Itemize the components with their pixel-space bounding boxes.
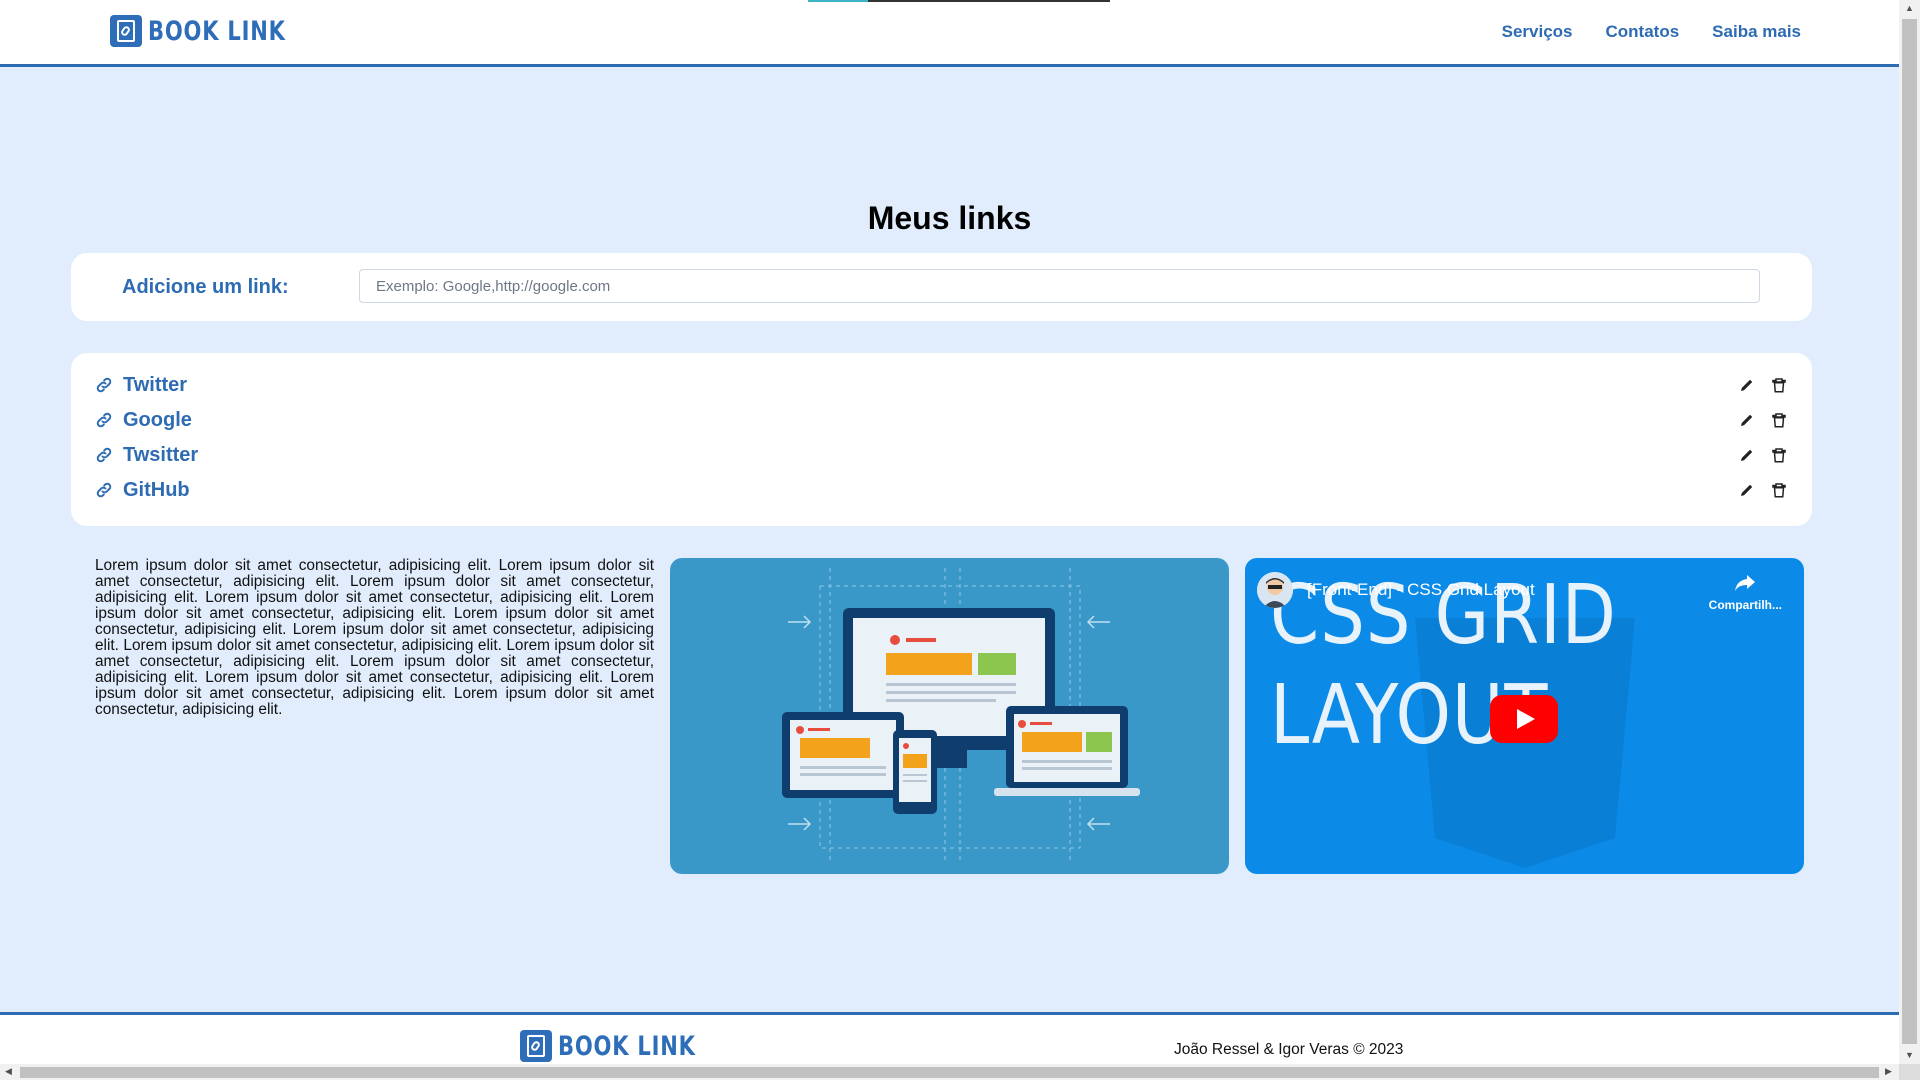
link-github[interactable]: GitHub [123,479,1738,502]
site-header: BOOK LINK Serviços Contatos Saiba mais [0,0,1899,67]
book-logo-icon [520,1030,552,1062]
nav-saiba-mais[interactable]: Saiba mais [1712,22,1801,42]
vertical-scrollbar[interactable]: ▲ ▼ [1899,0,1920,1064]
nav-contatos[interactable]: Contatos [1606,22,1680,42]
scroll-left-icon[interactable]: ◀ [5,1066,12,1077]
trash-icon[interactable] [1770,411,1788,429]
add-link-label: Adicione um link: [122,276,289,298]
video-share-button[interactable]: Compartilh... [1708,575,1782,612]
video-title[interactable]: [Front-End] - CSS Grid Layout [1307,580,1535,600]
scroll-up-icon[interactable]: ▲ [1905,3,1914,13]
page-load-progress [808,0,1110,2]
link-chain-icon [96,447,112,463]
link-twitter[interactable]: Twitter [123,374,1738,397]
trash-icon[interactable] [1770,376,1788,394]
logo-text: BOOK LINK [148,15,286,47]
channel-avatar[interactable] [1257,572,1293,608]
scroll-down-icon[interactable]: ▼ [1905,1050,1914,1060]
list-item: Google [95,405,1788,435]
header-logo[interactable]: BOOK LINK [110,15,325,47]
link-chain-icon [96,482,112,498]
trash-icon[interactable] [1770,446,1788,464]
footer-credit: João Ressel & Igor Veras © 2023 [1174,1041,1404,1058]
link-twsitter[interactable]: Twsitter [123,444,1738,467]
list-item: Twsitter [95,440,1788,470]
footer-logo[interactable]: BOOK LINK [520,1030,735,1062]
link-chain-icon [96,412,112,428]
link-google[interactable]: Google [123,409,1738,432]
list-item: GitHub [95,475,1788,505]
book-logo-icon [110,15,142,47]
nav-servicos[interactable]: Serviços [1502,22,1573,42]
add-link-card: Adicione um link: [71,253,1812,321]
share-arrow-icon [1735,575,1756,591]
responsive-devices-illustration [670,558,1229,874]
play-button[interactable] [1490,695,1558,743]
links-list: Twitter Google Twsitter GitHub [71,353,1812,526]
link-chain-icon [96,377,112,393]
pencil-icon[interactable] [1738,446,1756,464]
page-title: Meus links [867,200,1032,236]
list-item: Twitter [95,370,1788,400]
video-share-label: Compartilh... [1708,598,1782,612]
footer-logo-text: BOOK LINK [558,1030,696,1062]
trash-icon[interactable] [1770,481,1788,499]
lorem-paragraph: Lorem ipsum dolor sit amet consectetur, … [95,557,654,718]
add-link-input[interactable] [359,269,1760,303]
youtube-video-embed[interactable]: CSS GRID LAYOUT [Front-End] - CSS Grid L… [1245,558,1804,874]
pencil-icon[interactable] [1738,411,1756,429]
vertical-scroll-thumb[interactable] [1902,19,1917,1044]
site-footer: BOOK LINK João Ressel & Igor Veras © 202… [0,1012,1899,1067]
horizontal-scroll-thumb[interactable] [20,1067,1879,1078]
pencil-icon[interactable] [1738,376,1756,394]
scrollbar-corner [1899,1064,1920,1080]
horizontal-scrollbar[interactable]: ◀ ▶ [0,1064,1899,1080]
top-nav: Serviços Contatos Saiba mais [1502,22,1801,42]
scroll-right-icon[interactable]: ▶ [1885,1066,1892,1077]
pencil-icon[interactable] [1738,481,1756,499]
